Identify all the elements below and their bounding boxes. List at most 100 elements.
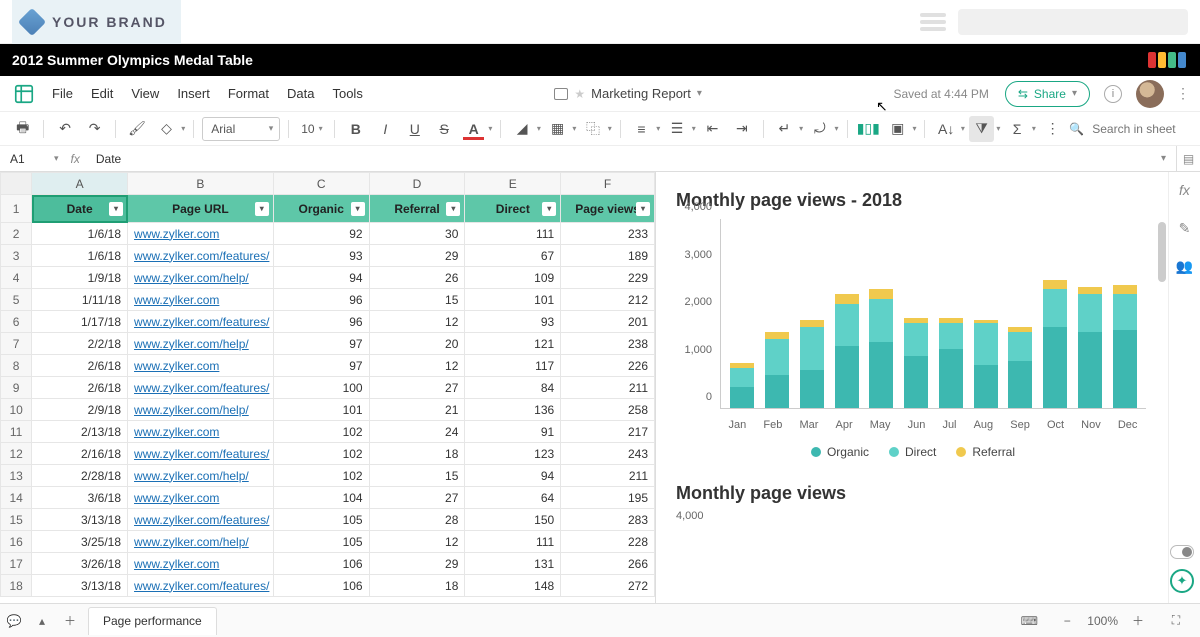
cell-views[interactable]: 229 [561,267,655,289]
url-link[interactable]: www.zylker.com [134,557,219,571]
url-link[interactable]: www.zylker.com [134,293,219,307]
filter-caret-icon[interactable]: ▾ [446,202,460,216]
cell-date[interactable]: 2/9/18 [32,399,128,421]
row-number[interactable]: 10 [1,399,32,421]
cell-url[interactable]: www.zylker.com/help/ [128,465,274,487]
row-number[interactable]: 1 [1,195,32,223]
cell-organic[interactable]: 105 [273,509,369,531]
search-input[interactable] [1090,121,1190,137]
url-link[interactable]: www.zylker.com/features/ [134,381,269,395]
cell-referral[interactable]: 27 [369,487,465,509]
row-number[interactable]: 9 [1,377,32,399]
header-cell-direct[interactable]: Direct▾ [465,195,561,223]
scrollbar-thumb[interactable] [1158,222,1166,282]
cell-views[interactable]: 189 [561,245,655,267]
filter-caret-icon[interactable]: ▾ [351,202,365,216]
cell-direct[interactable]: 150 [465,509,561,531]
cell-views[interactable]: 212 [561,289,655,311]
indent-increase-button[interactable]: ⇥ [729,116,754,142]
cell-url[interactable]: www.zylker.com/features/ [128,509,274,531]
cell-organic[interactable]: 93 [273,245,369,267]
url-link[interactable]: www.zylker.com/help/ [134,535,249,549]
scrollbar[interactable] [1156,222,1166,483]
cell-organic[interactable]: 102 [273,465,369,487]
cell-url[interactable]: www.zylker.com/help/ [128,267,274,289]
col-header[interactable]: A [32,173,128,195]
col-header[interactable]: E [465,173,561,195]
cell-referral[interactable]: 12 [369,355,465,377]
rotate-button[interactable]: ⤾ [807,116,832,142]
cell-referral[interactable]: 12 [369,531,465,553]
table-row[interactable]: 183/13/18www.zylker.com/features/1061814… [1,575,655,597]
cell-date[interactable]: 1/11/18 [32,289,128,311]
spreadsheet-icon[interactable] [10,80,38,108]
cell-direct[interactable]: 111 [465,531,561,553]
row-number[interactable]: 3 [1,245,32,267]
table-row[interactable]: 31/6/18www.zylker.com/features/932967189 [1,245,655,267]
image-icon[interactable]: ▣ [885,116,910,142]
header-cell-url[interactable]: Page URL▾ [128,195,274,223]
cell-organic[interactable]: 101 [273,399,369,421]
url-link[interactable]: www.zylker.com/features/ [134,447,269,461]
cell-url[interactable]: www.zylker.com [128,289,274,311]
filter-caret-icon[interactable]: ▾ [109,202,123,216]
cell-views[interactable]: 283 [561,509,655,531]
menu-view[interactable]: View [131,86,159,101]
cell-views[interactable]: 243 [561,443,655,465]
chart-icon[interactable]: ▮▯▮ [856,116,881,142]
cell-url[interactable]: www.zylker.com/help/ [128,333,274,355]
cell-date[interactable]: 2/6/18 [32,355,128,377]
menu-data[interactable]: Data [287,86,314,101]
row-number[interactable]: 16 [1,531,32,553]
chevron-down-icon[interactable]: ▾ [48,153,65,164]
header-cell-views[interactable]: Page views▾ [561,195,655,223]
valign-button[interactable]: ☰ [664,116,689,142]
url-link[interactable]: www.zylker.com/help/ [134,271,249,285]
col-header[interactable]: D [369,173,465,195]
italic-button[interactable]: I [373,116,398,142]
row-number[interactable]: 8 [1,355,32,377]
cell-url[interactable]: www.zylker.com/features/ [128,443,274,465]
cell-referral[interactable]: 30 [369,223,465,245]
filter-caret-icon[interactable]: ▾ [255,202,269,216]
sort-icon[interactable]: A↓ [933,116,958,142]
indent-decrease-button[interactable]: ⇤ [700,116,725,142]
row-number[interactable]: 2 [1,223,32,245]
cell-views[interactable]: 233 [561,223,655,245]
cell-views[interactable]: 272 [561,575,655,597]
cell-views[interactable]: 238 [561,333,655,355]
cell-url[interactable]: www.zylker.com/features/ [128,311,274,333]
header-cell-referral[interactable]: Referral▾ [369,195,465,223]
menu-icon[interactable] [920,13,946,31]
filter-caret-icon[interactable]: ▾ [636,202,650,216]
cell-views[interactable]: 258 [561,399,655,421]
menu-edit[interactable]: Edit [91,86,113,101]
cell-organic[interactable]: 97 [273,355,369,377]
cell-organic[interactable]: 102 [273,421,369,443]
header-cell-date[interactable]: Date▾ [32,195,128,223]
cell-date[interactable]: 3/13/18 [32,509,128,531]
cell-date[interactable]: 1/6/18 [32,223,128,245]
cell-referral[interactable]: 18 [369,575,465,597]
redo-icon[interactable]: ↷ [82,116,107,142]
table-row[interactable]: 51/11/18www.zylker.com9615101212 [1,289,655,311]
cell-referral[interactable]: 20 [369,333,465,355]
share-button[interactable]: ⇆ Share ▾ [1005,81,1090,107]
borders-button[interactable]: ▦ [545,116,570,142]
zoom-in-button[interactable]: ＋ [1124,607,1152,635]
keyboard-icon[interactable]: ⌨ [1015,607,1043,635]
cell-date[interactable]: 3/25/18 [32,531,128,553]
font-select[interactable]: Arial [202,117,280,141]
format-painter-icon[interactable]: 🖌 [124,116,149,142]
cell-url[interactable]: www.zylker.com [128,223,274,245]
cell-direct[interactable]: 117 [465,355,561,377]
cell-date[interactable]: 1/17/18 [32,311,128,333]
comments-button[interactable]: 💬 [0,607,28,635]
cell-referral[interactable]: 29 [369,553,465,575]
row-number[interactable]: 17 [1,553,32,575]
cell-views[interactable]: 217 [561,421,655,443]
chevron-down-icon[interactable]: ▾ [697,88,702,99]
fullscreen-icon[interactable]: ⛶ [1162,607,1190,635]
cell-date[interactable]: 3/26/18 [32,553,128,575]
col-header[interactable]: C [273,173,369,195]
